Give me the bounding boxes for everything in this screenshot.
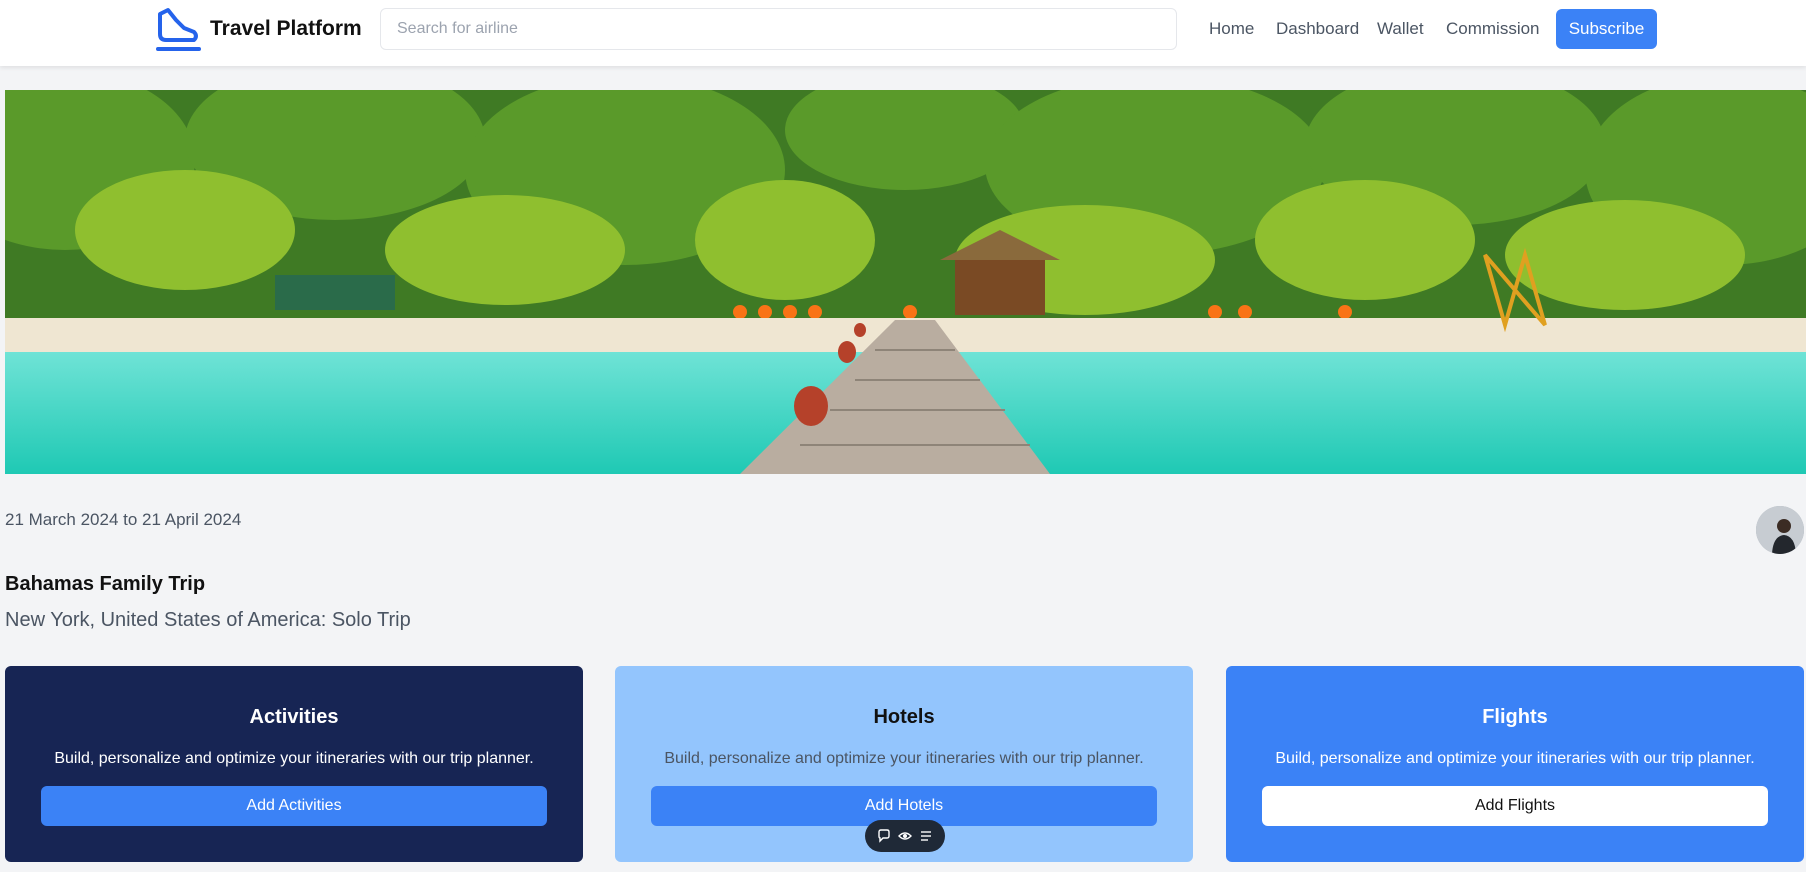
beach-banner-image (5, 90, 1806, 474)
card-title: Hotels (873, 706, 935, 728)
user-avatar-icon (1756, 506, 1804, 554)
trip-dates: 21 March 2024 to 21 April 2024 (5, 510, 242, 529)
top-navbar: Travel Platform Home Dashboard Wallet Co… (0, 0, 1806, 66)
brand-name[interactable]: Travel Platform (210, 17, 362, 41)
nav-link-home[interactable]: Home (1209, 19, 1254, 39)
eye-icon[interactable] (896, 827, 914, 845)
trip-title: Bahamas Family Trip (5, 573, 206, 595)
card-description: Build, personalize and optimize your iti… (54, 750, 534, 767)
card-title: Flights (1482, 706, 1548, 728)
card-description: Build, personalize and optimize your iti… (664, 750, 1144, 767)
hero-banner (5, 90, 1806, 474)
nav-link-commission[interactable]: Commission (1446, 19, 1540, 39)
list-settings-icon[interactable] (917, 827, 935, 845)
activities-card: Activities Build, personalize and optimi… (5, 666, 583, 862)
search-input[interactable] (380, 8, 1177, 50)
subscribe-button[interactable]: Subscribe (1556, 9, 1657, 49)
add-flights-button[interactable]: Add Flights (1262, 786, 1768, 826)
trip-subtitle: New York, United States of America: Solo… (5, 609, 411, 631)
nav-link-dashboard[interactable]: Dashboard (1276, 19, 1359, 39)
card-description: Build, personalize and optimize your iti… (1275, 750, 1755, 767)
card-title: Activities (249, 706, 339, 728)
avatar[interactable] (1756, 506, 1804, 554)
add-activities-button[interactable]: Add Activities (41, 786, 547, 826)
logo-icon[interactable] (154, 6, 202, 54)
nav-link-wallet[interactable]: Wallet (1377, 19, 1424, 39)
floating-toolbar (865, 820, 945, 852)
flights-card: Flights Build, personalize and optimize … (1226, 666, 1804, 862)
comment-icon[interactable] (875, 827, 893, 845)
